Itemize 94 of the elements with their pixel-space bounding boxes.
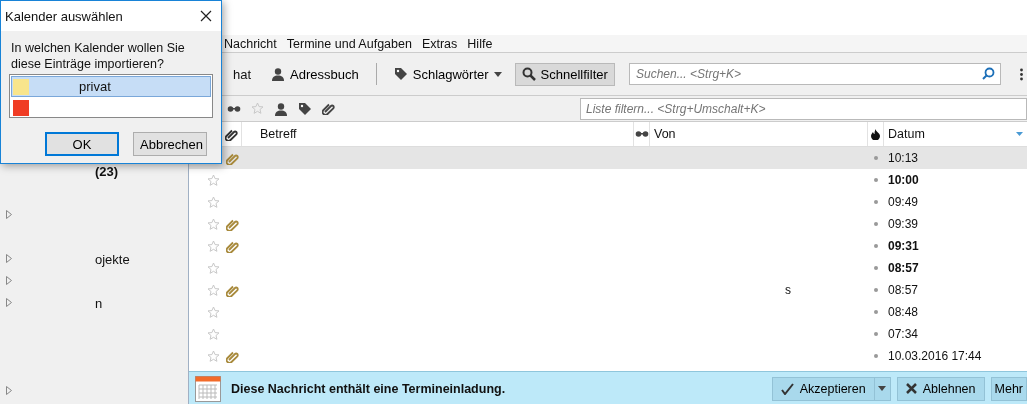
caret-icon [493,71,502,77]
status-dot [874,354,878,358]
dialog-question: In welchen Kalender wollen Sie diese Einträge importieren? [10,40,186,72]
date-text: 09:31 [887,239,919,253]
star-icon[interactable] [207,327,220,341]
close-icon [905,383,917,394]
calendar-item[interactable]: privat [11,76,211,97]
decline-button[interactable]: Ablehnen [896,376,985,401]
glasses-icon[interactable] [634,130,649,138]
dialog-button[interactable]: Abbrechen [133,132,207,156]
glasses-icon[interactable] [227,104,241,113]
tag-icon[interactable] [298,101,312,116]
status-dot [874,156,878,160]
paperclip-icon [322,102,335,115]
status-dot [874,310,878,314]
dialog-title: Kalender auswählen [5,8,123,24]
close-icon [200,10,212,22]
more-button[interactable]: Mehr [990,376,1027,401]
folder-label[interactable]: (23) [95,163,119,179]
star-icon[interactable] [207,283,220,297]
date-text: 08:57 [887,261,919,275]
message-row[interactable]: 10.03.2016 17:44 [189,345,1027,367]
paperclip-icon [225,283,239,297]
message-row[interactable]: 10:00 [189,169,1027,191]
star-icon[interactable] [207,349,220,363]
status-dot [874,200,878,204]
date-text: 09:49 [887,195,919,209]
star-icon[interactable] [207,305,220,319]
caret-icon [878,386,887,391]
paperclip-icon [225,127,238,141]
status-dot [874,244,878,248]
search-field[interactable]: Suchen... <Strg+K> [629,63,1001,85]
dialog-button[interactable]: OK [45,132,119,156]
expand-icon[interactable] [6,386,12,395]
accept-button[interactable]: Akzeptieren [771,376,875,401]
column-header[interactable]: Datum [888,127,925,141]
message-row[interactable]: 08:57 [189,257,1027,279]
flame-icon[interactable] [871,128,880,140]
paperclip-icon [225,151,239,165]
address-book-button[interactable]: Adressbuch [264,62,366,86]
date-text: 10:13 [887,151,919,165]
date-text: 10:00 [887,173,919,187]
calendar-icon [195,375,221,402]
message-row[interactable]: 08:48 [189,301,1027,323]
message-row[interactable]: s 08:57 [189,279,1027,301]
search-icon [521,67,536,81]
status-dot [874,288,878,292]
date-text: 10.03.2016 17:44 [887,349,982,363]
menu-item[interactable]: Nachricht [224,36,277,51]
status-dot [874,266,878,270]
star-icon[interactable] [207,217,220,231]
column-header[interactable]: Betreff [242,122,634,146]
person-icon[interactable] [274,101,288,116]
status-dot [874,222,878,226]
person-icon[interactable] [271,67,286,81]
sender-text: s [785,283,791,297]
star-icon[interactable] [207,239,220,253]
search-icon[interactable] [982,67,995,80]
paperclip-icon [225,217,239,231]
expand-icon[interactable] [6,276,12,285]
folder-label[interactable]: n [95,295,103,311]
check-icon [780,382,794,395]
message-row[interactable]: 09:49 [189,191,1027,213]
star-icon[interactable] [207,195,220,209]
invitation-text: Diese Nachricht enthält eine Termineinladung. [231,381,506,396]
column-header[interactable]: Von [650,122,868,146]
status-dot [874,178,878,182]
message-row[interactable]: 09:39 [189,213,1027,235]
menu-item[interactable]: Termine und Aufgaben [286,36,412,51]
sort-icon[interactable] [1016,132,1023,136]
filter-field[interactable]: Liste filtern... <Strg+Umschalt+K> [580,97,1027,120]
date-text: 08:48 [887,305,919,319]
expand-icon[interactable] [6,254,12,263]
quick-filter-button[interactable]: Schnellfilter [514,62,615,86]
expand-icon[interactable] [6,210,12,219]
date-text: 07:34 [887,327,919,341]
paperclip-icon [225,349,239,363]
star-icon[interactable] [207,261,220,275]
toolbar-label[interactable]: hat [226,62,259,86]
star-icon[interactable] [207,173,220,187]
menu-icon[interactable] [1019,67,1023,81]
paperclip-icon [225,239,239,253]
date-text: 09:39 [887,217,919,231]
expand-icon[interactable] [6,298,12,307]
menu-item[interactable]: Extras [421,36,458,51]
tags-button[interactable]: Schlagwörter [386,62,509,86]
message-row[interactable]: 09:31 [189,235,1027,257]
tag-icon[interactable] [393,67,408,81]
star-icon[interactable] [251,102,264,115]
message-row[interactable]: 07:34 [189,323,1027,345]
date-text: 08:57 [887,283,919,297]
menu-item[interactable]: Hilfe [467,36,493,51]
folder-label[interactable]: ojekte [95,251,130,267]
status-dot [874,332,878,336]
